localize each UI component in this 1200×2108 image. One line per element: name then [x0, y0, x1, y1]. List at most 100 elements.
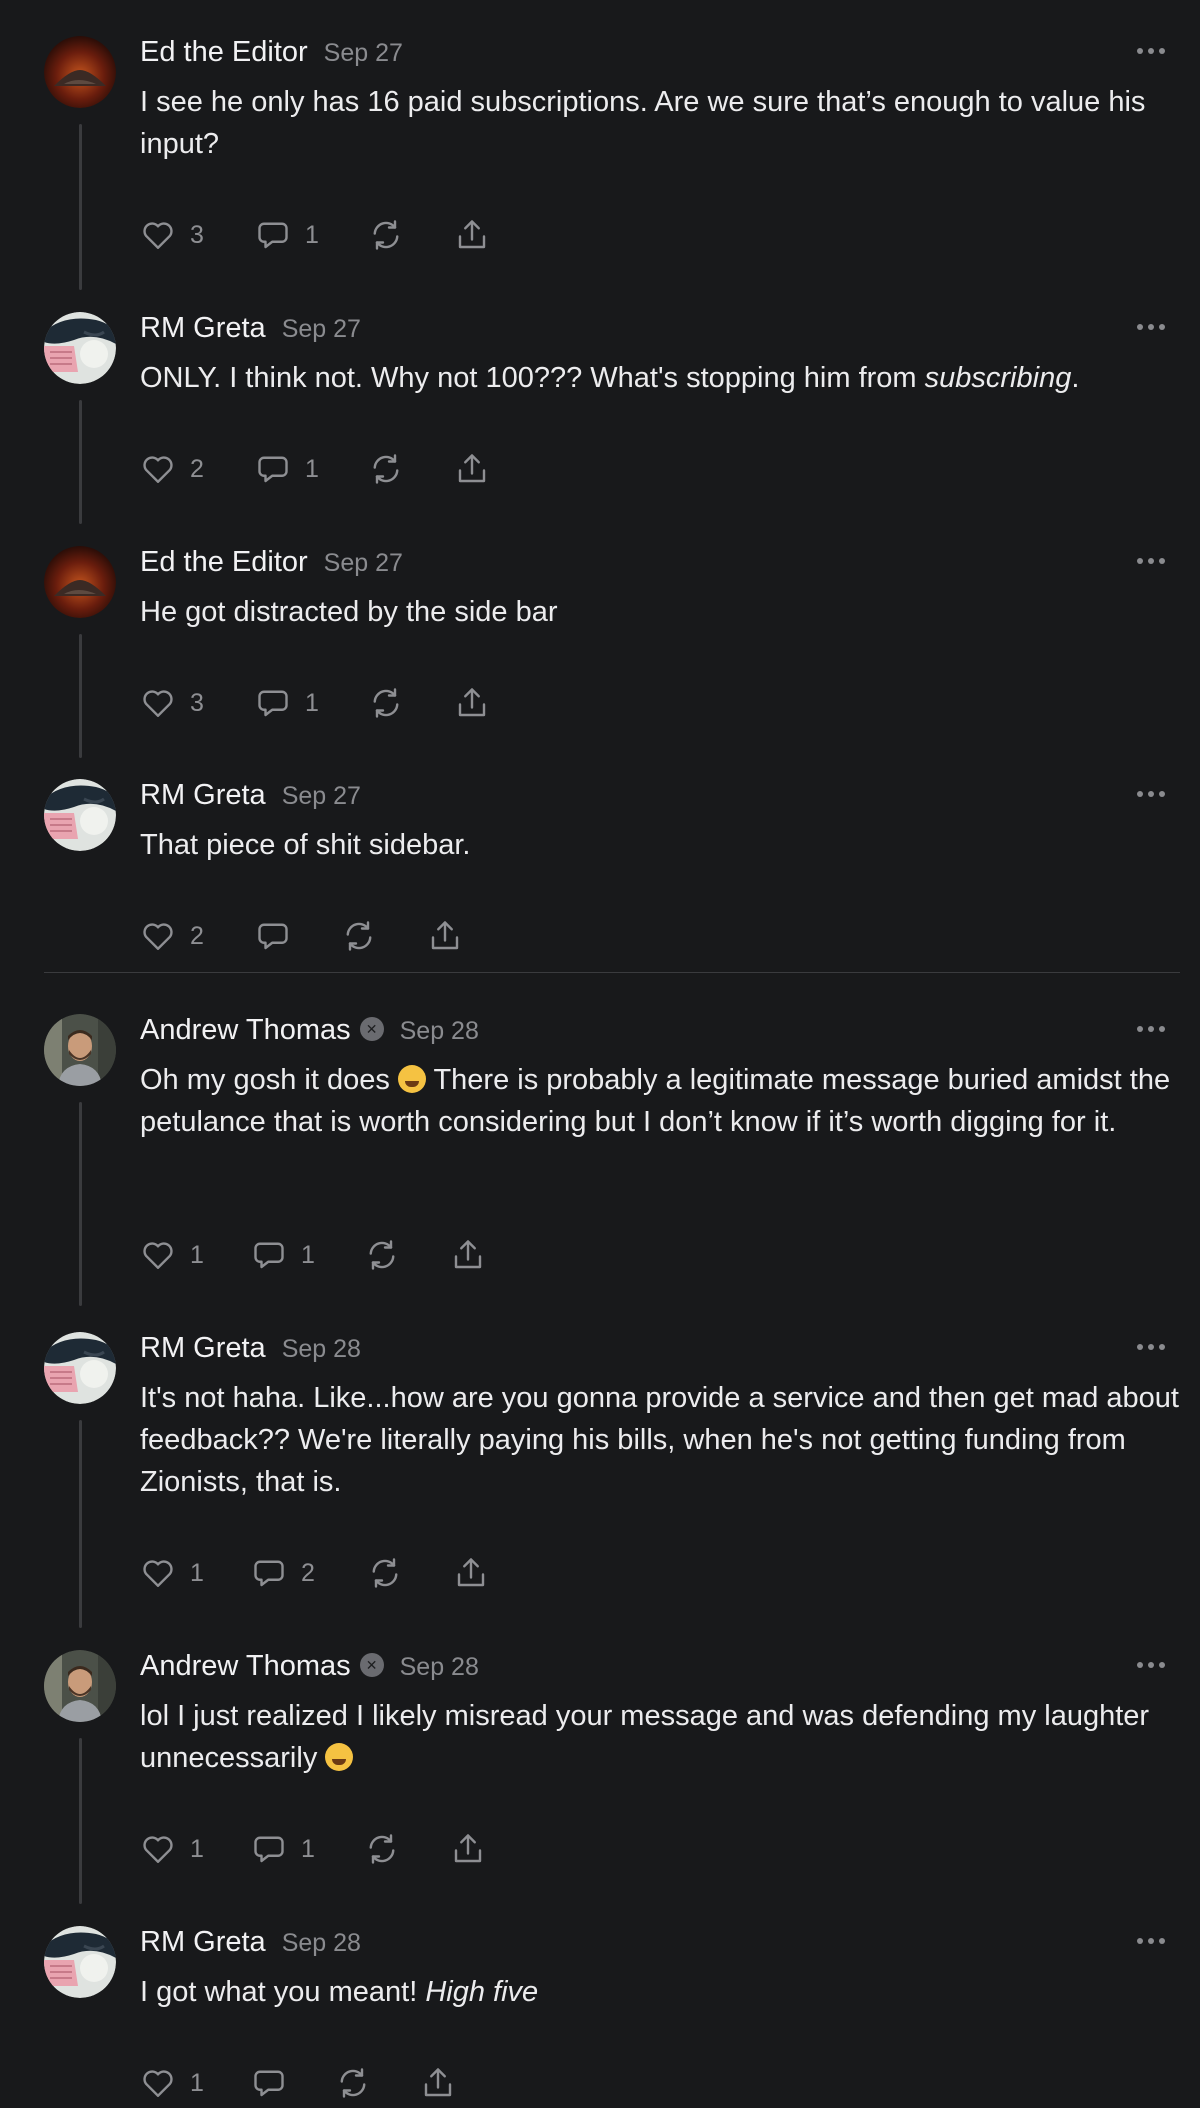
- restack-button[interactable]: [364, 1831, 450, 1867]
- comment-actions: 1 1: [140, 1829, 486, 1869]
- share-button[interactable]: [454, 451, 490, 487]
- author-name[interactable]: RM Greta: [140, 312, 266, 345]
- thread-line: [79, 1738, 82, 1904]
- like-count: 2: [190, 921, 204, 950]
- comment-date[interactable]: Sep 28: [282, 1335, 361, 1364]
- restack-button[interactable]: [341, 918, 427, 954]
- comment-bubble-icon: [254, 1836, 284, 1863]
- author-name[interactable]: Andrew Thomas: [140, 1650, 351, 1683]
- verified-badge-icon: [359, 1653, 384, 1677]
- heart-icon: [143, 456, 173, 483]
- reply-button[interactable]: 1: [255, 685, 368, 721]
- like-button[interactable]: 3: [140, 685, 255, 721]
- like-button[interactable]: 1: [140, 1237, 251, 1273]
- comment-date[interactable]: Sep 28: [400, 1017, 479, 1046]
- comment-text-part: I got what you meant!: [140, 1976, 426, 2008]
- reply-button[interactable]: 1: [255, 217, 368, 253]
- share-button[interactable]: [450, 1237, 486, 1273]
- more-dots-icon[interactable]: [1128, 779, 1174, 809]
- reply-button[interactable]: 1: [255, 451, 368, 487]
- more-dots-icon[interactable]: [1128, 546, 1174, 576]
- comment-header: RM Greta Sep 28: [140, 1926, 361, 1966]
- author-name[interactable]: RM Greta: [140, 1332, 266, 1365]
- share-button[interactable]: [454, 685, 490, 721]
- comment-text: It's not haha. Like...how are you gonna …: [140, 1382, 1179, 1498]
- avatar[interactable]: [44, 779, 116, 851]
- thread-line: [79, 124, 82, 290]
- comment-date[interactable]: Sep 27: [324, 549, 403, 578]
- share-button[interactable]: [420, 2065, 456, 2101]
- more-dots-icon[interactable]: [1128, 312, 1174, 342]
- share-icon: [458, 454, 486, 483]
- like-count: 1: [190, 1240, 204, 1269]
- restack-button[interactable]: [368, 451, 454, 487]
- like-button[interactable]: 3: [140, 217, 255, 253]
- restack-icon: [340, 2068, 366, 2098]
- comment-text: He got distracted by the side bar: [140, 596, 558, 628]
- comment-actions: 1 2: [140, 1553, 489, 1593]
- avatar[interactable]: [44, 1650, 116, 1722]
- share-button[interactable]: [453, 1555, 489, 1591]
- like-button[interactable]: 1: [140, 2065, 251, 2101]
- author-name[interactable]: Ed the Editor: [140, 36, 308, 69]
- heart-icon: [143, 1836, 173, 1863]
- comment-date[interactable]: Sep 28: [282, 1929, 361, 1958]
- comment-actions: 1 1: [140, 1235, 486, 1275]
- more-dots-icon[interactable]: [1128, 1650, 1174, 1680]
- share-button[interactable]: [450, 1831, 486, 1867]
- share-button[interactable]: [427, 918, 463, 954]
- avatar[interactable]: [44, 1332, 116, 1404]
- restack-button[interactable]: [368, 217, 454, 253]
- restack-icon: [369, 1240, 395, 1270]
- restack-button[interactable]: [367, 1555, 453, 1591]
- comment-date[interactable]: Sep 27: [324, 39, 403, 68]
- more-dots-icon[interactable]: [1128, 1014, 1174, 1044]
- share-button[interactable]: [454, 217, 490, 253]
- reply-button[interactable]: 1: [251, 1237, 364, 1273]
- author-name[interactable]: Andrew Thomas: [140, 1014, 351, 1047]
- comment-date[interactable]: Sep 27: [282, 782, 361, 811]
- avatar[interactable]: [44, 546, 116, 618]
- author-name[interactable]: RM Greta: [140, 779, 266, 812]
- avatar[interactable]: [44, 36, 116, 108]
- thread-divider: [44, 972, 1180, 973]
- comment-header: Ed the Editor Sep 27: [140, 36, 403, 76]
- restack-button[interactable]: [368, 685, 454, 721]
- author-name[interactable]: RM Greta: [140, 1926, 266, 1959]
- comment-date[interactable]: Sep 28: [400, 1653, 479, 1682]
- comment-date[interactable]: Sep 27: [282, 315, 361, 344]
- restack-button[interactable]: [364, 1237, 450, 1273]
- thread-line: [79, 1102, 82, 1306]
- avatar[interactable]: [44, 1014, 116, 1086]
- restack-button[interactable]: [335, 2065, 420, 2101]
- author-name[interactable]: Ed the Editor: [140, 546, 308, 579]
- share-icon: [458, 688, 486, 717]
- comment-text-emphasis: subscribing: [924, 362, 1072, 394]
- more-dots-icon[interactable]: [1128, 36, 1174, 66]
- more-dots-icon[interactable]: [1128, 1332, 1174, 1362]
- like-button[interactable]: 1: [140, 1831, 251, 1867]
- reply-button[interactable]: 1: [251, 1831, 364, 1867]
- like-button[interactable]: 2: [140, 918, 255, 954]
- like-button[interactable]: 2: [140, 451, 255, 487]
- reply-button[interactable]: 2: [251, 1555, 367, 1591]
- comment-text-part: Oh my gosh it does: [140, 1064, 398, 1096]
- reply-count: 1: [305, 454, 319, 483]
- like-button[interactable]: 1: [140, 1555, 251, 1591]
- avatar[interactable]: [44, 1926, 116, 1998]
- restack-icon: [373, 688, 399, 718]
- thread-line: [79, 1420, 82, 1628]
- comment-bubble-icon: [258, 923, 288, 950]
- comment-header: RM Greta Sep 28: [140, 1332, 361, 1372]
- reply-count: 1: [305, 688, 319, 717]
- avatar[interactable]: [44, 312, 116, 384]
- reply-count: 1: [305, 220, 319, 249]
- like-count: 2: [190, 454, 204, 483]
- like-count: 3: [190, 688, 204, 717]
- more-dots-icon[interactable]: [1128, 1926, 1174, 1956]
- share-icon: [458, 220, 486, 249]
- reply-button[interactable]: [255, 918, 341, 954]
- comment-actions: 3 1: [140, 215, 490, 255]
- comment-text: lol I just realized I likely misread you…: [140, 1695, 1180, 1779]
- reply-button[interactable]: [251, 2065, 335, 2101]
